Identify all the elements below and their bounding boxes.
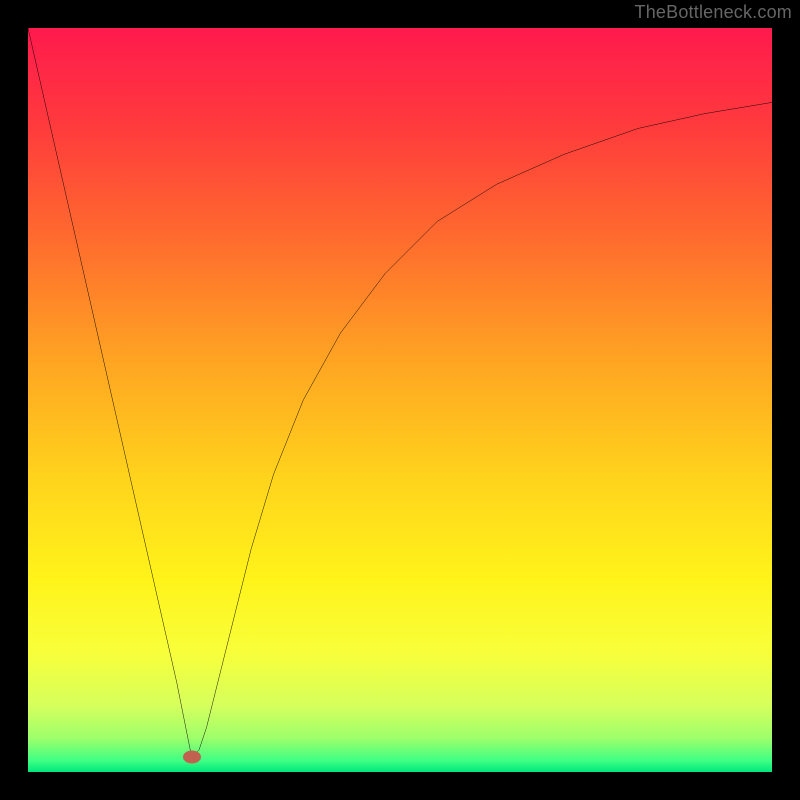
bottleneck-curve — [28, 28, 772, 757]
watermark-label: TheBottleneck.com — [635, 2, 792, 23]
optimum-marker — [183, 751, 201, 764]
plot-area — [28, 28, 772, 772]
curve-layer — [28, 28, 772, 772]
chart-frame: TheBottleneck.com — [0, 0, 800, 800]
